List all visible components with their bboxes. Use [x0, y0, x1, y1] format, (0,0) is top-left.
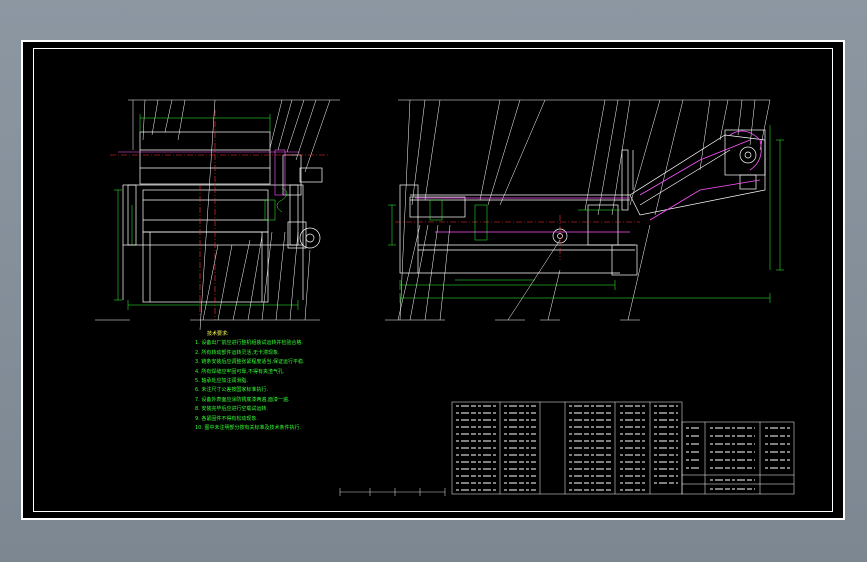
- front-view-dimensions: [114, 114, 299, 310]
- side-view-leaders-bottom: [385, 224, 651, 321]
- technical-requirements: 技术要求: 1. 设备出厂前应进行整机组装试运转并检验合格. 2. 所有转动部件…: [195, 330, 415, 433]
- requirement-item: 6. 未注尺寸公差按国家标准执行.: [195, 387, 268, 394]
- requirement-item: 2. 所有转动部件运转灵活,无卡滞现象.: [195, 349, 280, 356]
- front-view-leaders-top: [128, 99, 340, 331]
- requirement-item: 10. 图中未注明部分按有关标准及技术条件执行.: [195, 425, 302, 432]
- side-view-centerlines: [395, 215, 640, 260]
- requirement-item: 5. 轴承处应加注润滑脂.: [195, 378, 248, 385]
- requirement-item: 1. 设备出厂前应进行整机组装试运转并检验合格.: [195, 340, 303, 347]
- scale-bar: [339, 488, 446, 496]
- requirement-item: 3. 链条安装后应调整张紧程度适当,保证运行平稳.: [195, 359, 305, 366]
- requirement-item: 8. 安装完毕后应进行空载试运转.: [195, 406, 268, 413]
- requirement-item: 9. 各紧固件不得有松动现象.: [195, 415, 258, 422]
- technical-requirements-title: 技术要求:: [207, 331, 229, 337]
- side-head-pulley: [739, 146, 757, 164]
- requirement-item: 4. 所有焊缝应牢固可靠,不得有夹渣气孔.: [195, 368, 285, 375]
- side-view-dimensions: [388, 125, 784, 303]
- cad-drawing: [95, 99, 795, 496]
- requirement-item: 7. 设备外表面应涂防锈底漆两遍,面漆一遍.: [195, 396, 290, 403]
- parts-list-rows: [456, 405, 790, 491]
- front-view: [122, 99, 340, 331]
